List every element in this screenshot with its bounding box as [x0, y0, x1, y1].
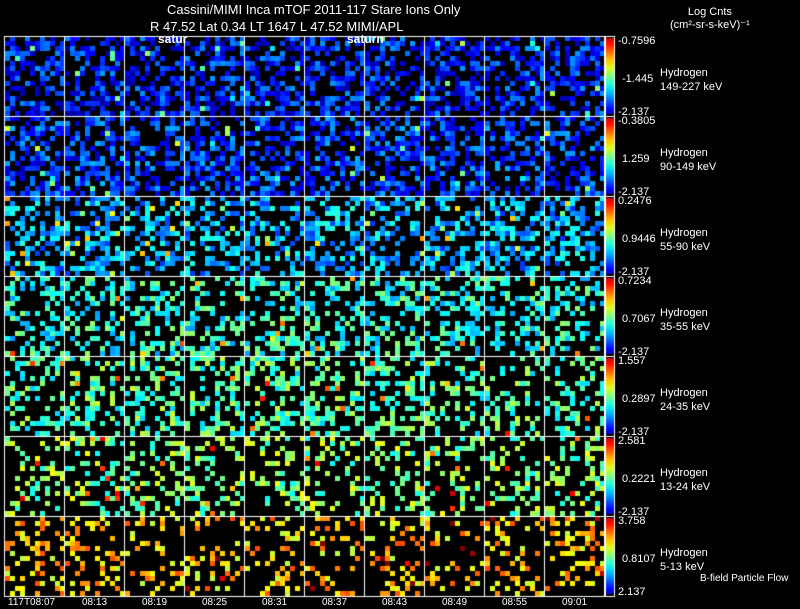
- species-label: Hydrogen: [660, 147, 708, 159]
- colorbar-min-label: 2.137: [618, 586, 646, 598]
- x-tick-label: 09:01: [562, 597, 588, 608]
- energy-label: 149-227 keV: [660, 81, 723, 93]
- x-tick-label: 08:43: [382, 597, 408, 608]
- energy-label: 24-35 keV: [660, 401, 711, 413]
- colorbar-mid-label: 0.7067: [622, 313, 656, 325]
- x-tick-label: 08:31: [262, 597, 288, 608]
- colorbar-max-label: 0.7234: [618, 275, 652, 287]
- x-tick-label: 08:13: [82, 597, 108, 608]
- colorbar-mid-label: 0.9446: [622, 233, 656, 245]
- colorbar-mid-label: 0.2221: [622, 473, 656, 485]
- species-label: Hydrogen: [660, 467, 708, 479]
- x-tick-label: 08:37: [322, 597, 348, 608]
- species-label: Hydrogen: [660, 227, 708, 239]
- colorbar-mid-label: -1.445: [622, 73, 654, 85]
- colorbar-mid-label: 1.259: [622, 153, 650, 165]
- species-label: Hydrogen: [660, 307, 708, 319]
- colorbar-max-label: 3.758: [618, 515, 646, 527]
- x-tick-label: 08:19: [142, 597, 168, 608]
- legend-note: B-field Particle Flow: [700, 573, 789, 584]
- energy-label: 5-13 keV: [660, 561, 705, 573]
- energy-label: 90-149 keV: [660, 161, 717, 173]
- colorbar-max-label: 1.557: [618, 355, 646, 367]
- species-label: Hydrogen: [660, 67, 708, 79]
- colorbar-mid-label: 0.2897: [622, 393, 656, 405]
- x-tick-label: 08:55: [502, 597, 528, 608]
- energy-label: 55-90 keV: [660, 241, 711, 253]
- energy-label: 13-24 keV: [660, 481, 711, 493]
- energy-label: 35-55 keV: [660, 321, 711, 333]
- species-label: Hydrogen: [660, 387, 708, 399]
- colorbar-max-label: 0.2476: [618, 195, 652, 207]
- x-tick-label: 08:25: [202, 597, 228, 608]
- species-label: Hydrogen: [660, 547, 708, 559]
- colorbar-max-label: -0.7596: [618, 35, 656, 47]
- colorbar-max-label: 2.581: [618, 435, 646, 447]
- colorbar-max-label: -0.3805: [618, 115, 656, 127]
- x-tick-label: 08:49: [442, 597, 468, 608]
- colorbar-mid-label: 0.8107: [622, 553, 656, 565]
- x-tick-label: 117T08:07: [8, 597, 56, 608]
